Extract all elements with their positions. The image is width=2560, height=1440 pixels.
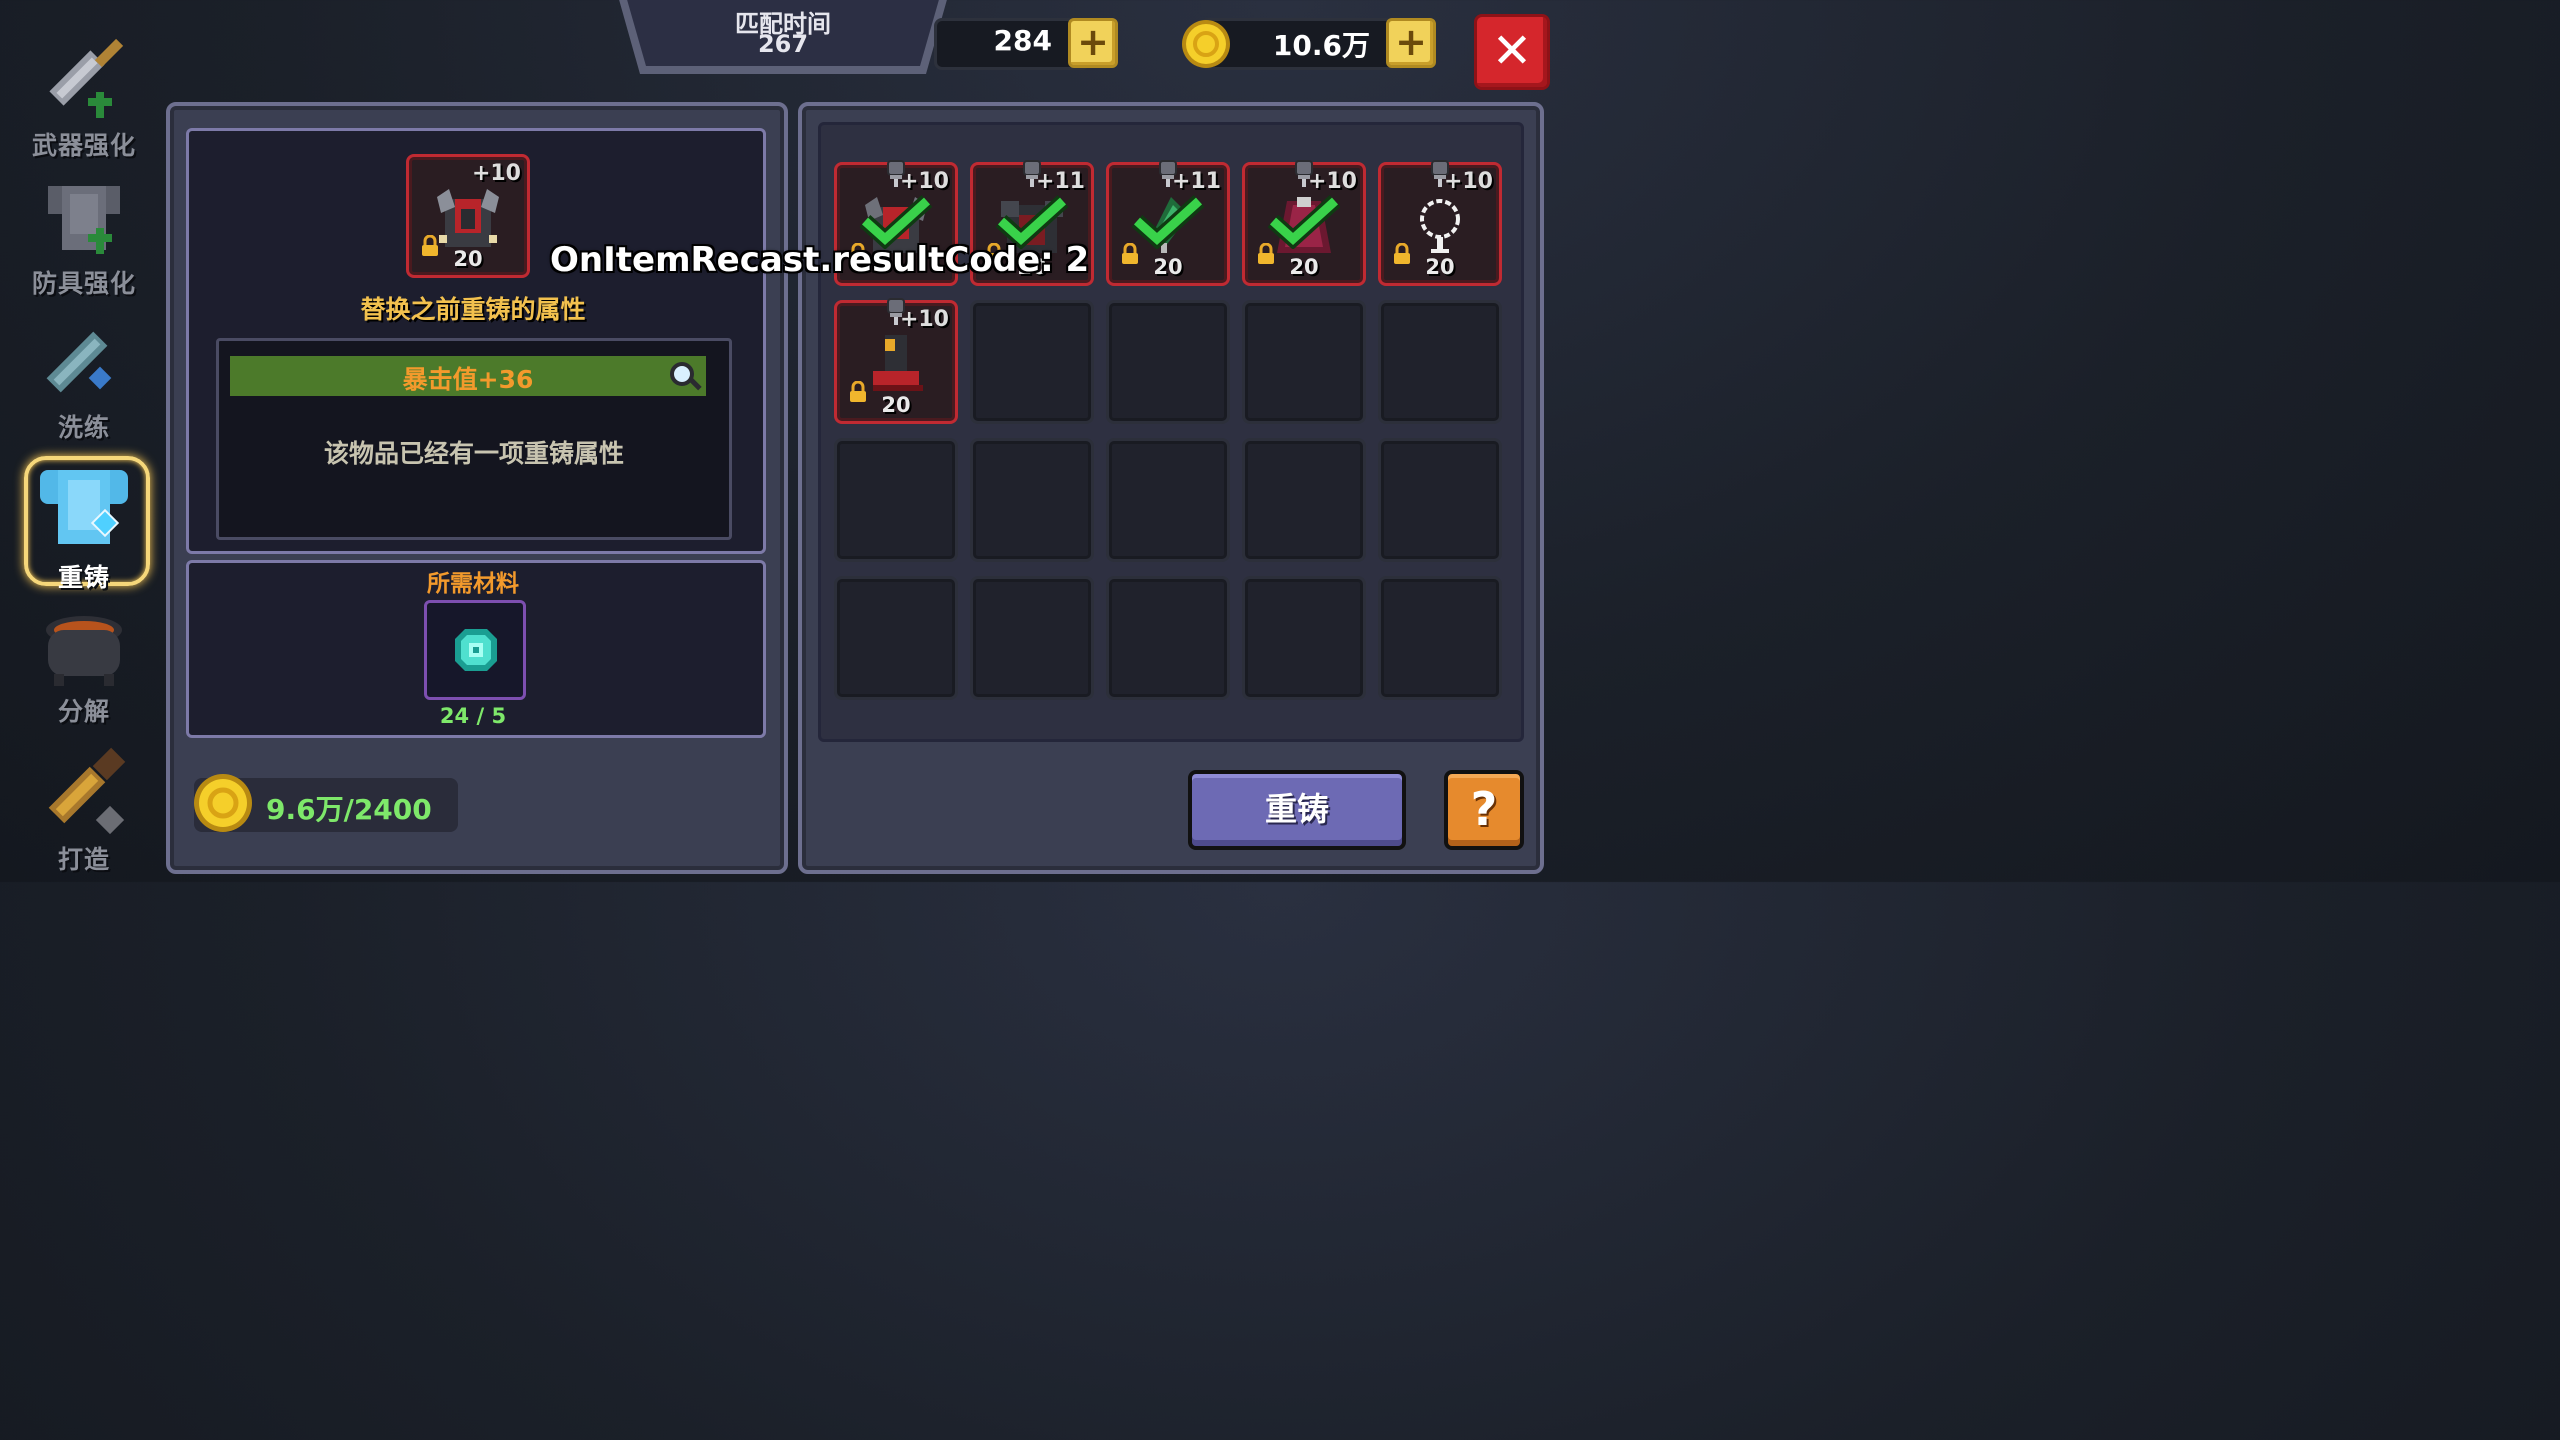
- item-level: +11: [1171, 169, 1221, 194]
- sidebar-item-recast[interactable]: 重铸: [24, 456, 150, 594]
- armor-upgrade-icon: [48, 186, 120, 254]
- forge-hammer-icon: [48, 747, 126, 835]
- sword-upgrade-icon: [49, 38, 124, 118]
- gem-count: 284: [993, 24, 1052, 57]
- empty-inventory-slot[interactable]: [834, 438, 958, 562]
- red-armor-icon: [437, 189, 499, 247]
- empty-inventory-slot[interactable]: [1106, 576, 1230, 700]
- plus-icon: +: [1077, 20, 1109, 64]
- check-icon: [1267, 195, 1341, 249]
- item-count: 20: [1289, 255, 1319, 279]
- magnifier-icon[interactable]: [668, 360, 704, 394]
- help-icon: ?: [1470, 782, 1498, 836]
- cauldron-icon: [46, 616, 122, 686]
- sidebar-item-label: 武器强化: [31, 131, 136, 160]
- gold-coin-icon: [1182, 20, 1230, 68]
- inventory-item-slot[interactable]: +11 20: [1106, 160, 1230, 286]
- empty-inventory-slot[interactable]: [1106, 300, 1230, 424]
- inventory-item-slot[interactable]: +10 20: [1378, 160, 1502, 286]
- inventory-item-slot[interactable]: +10 20: [1242, 160, 1366, 286]
- plus-icon: +: [1395, 20, 1427, 64]
- empty-inventory-slot[interactable]: [1106, 438, 1230, 562]
- item-level: +10: [1443, 169, 1493, 194]
- item-level: +10: [1307, 169, 1357, 194]
- item-level: +10: [899, 169, 949, 194]
- already-recast-note: 该物品已经有一项重铸属性: [323, 439, 624, 468]
- check-icon: [1131, 195, 1205, 249]
- empty-inventory-slot[interactable]: [1378, 300, 1502, 424]
- gold-coin-icon: [194, 774, 252, 832]
- gold-amount: 10.6万: [1272, 29, 1370, 62]
- item-count: 20: [881, 393, 911, 417]
- empty-inventory-slot[interactable]: [1378, 438, 1502, 562]
- empty-inventory-slot[interactable]: [1378, 576, 1502, 700]
- sidebar-item-forge[interactable]: 打造: [24, 744, 144, 876]
- sidebar-item-label: 防具强化: [31, 269, 136, 298]
- sidebar-item-weapon-upgrade[interactable]: 武器强化: [24, 30, 144, 162]
- item-count: 20: [1425, 255, 1455, 279]
- inventory-item-slot[interactable]: +10 20: [834, 298, 958, 424]
- sidebar-item-label: 分解: [57, 697, 110, 726]
- refine-sword-icon: [46, 331, 112, 393]
- sidebar-item-refine[interactable]: 洗练: [24, 312, 144, 444]
- item-count: 20: [1153, 255, 1183, 279]
- close-button[interactable]: ✕: [1474, 14, 1550, 90]
- attribute-value: 暴击值+36: [402, 365, 534, 394]
- item-level: +10: [899, 307, 949, 332]
- empty-inventory-slot[interactable]: [970, 300, 1094, 424]
- recast-gem-icon: [455, 629, 497, 671]
- selected-item-slot[interactable]: +10 20: [406, 154, 530, 278]
- close-icon: ✕: [1491, 23, 1533, 79]
- sidebar-item-label: 打造: [57, 845, 110, 874]
- empty-inventory-slot[interactable]: [970, 438, 1094, 562]
- empty-inventory-slot[interactable]: [1242, 300, 1366, 424]
- sidebar-item-label: 洗练: [57, 413, 110, 442]
- replace-attribute-hint: 替换之前重铸的属性: [360, 295, 586, 324]
- materials-title: 所需材料: [427, 571, 519, 597]
- item-level: +11: [1035, 169, 1085, 194]
- add-gold-button[interactable]: +: [1386, 18, 1436, 68]
- sidebar-item-armor-upgrade[interactable]: 防具强化: [24, 168, 144, 300]
- debug-result-text: OnItemRecast.resultCode: 2: [550, 240, 1090, 280]
- sidebar-item-label: 重铸: [57, 563, 110, 592]
- recast-button-label: 重铸: [1264, 790, 1329, 828]
- empty-inventory-slot[interactable]: [1242, 438, 1366, 562]
- ring-icon: [1420, 199, 1460, 253]
- recast-armor-icon: [40, 470, 128, 544]
- empty-inventory-slot[interactable]: [834, 576, 958, 700]
- material-count: 24 / 5: [439, 704, 507, 728]
- material-slot[interactable]: [424, 600, 526, 700]
- help-button[interactable]: ?: [1444, 770, 1524, 850]
- add-gems-button[interactable]: +: [1068, 18, 1118, 68]
- empty-inventory-slot[interactable]: [1242, 576, 1366, 700]
- match-time-value: 267: [757, 30, 809, 58]
- red-boots-icon: [873, 335, 923, 391]
- empty-inventory-slot[interactable]: [970, 576, 1094, 700]
- sidebar-item-disassemble[interactable]: 分解: [24, 596, 144, 728]
- item-level: +10: [471, 161, 521, 186]
- recast-cost: 9.6万/2400: [266, 793, 432, 826]
- item-count: 20: [453, 247, 483, 271]
- recast-button[interactable]: 重铸: [1188, 770, 1406, 850]
